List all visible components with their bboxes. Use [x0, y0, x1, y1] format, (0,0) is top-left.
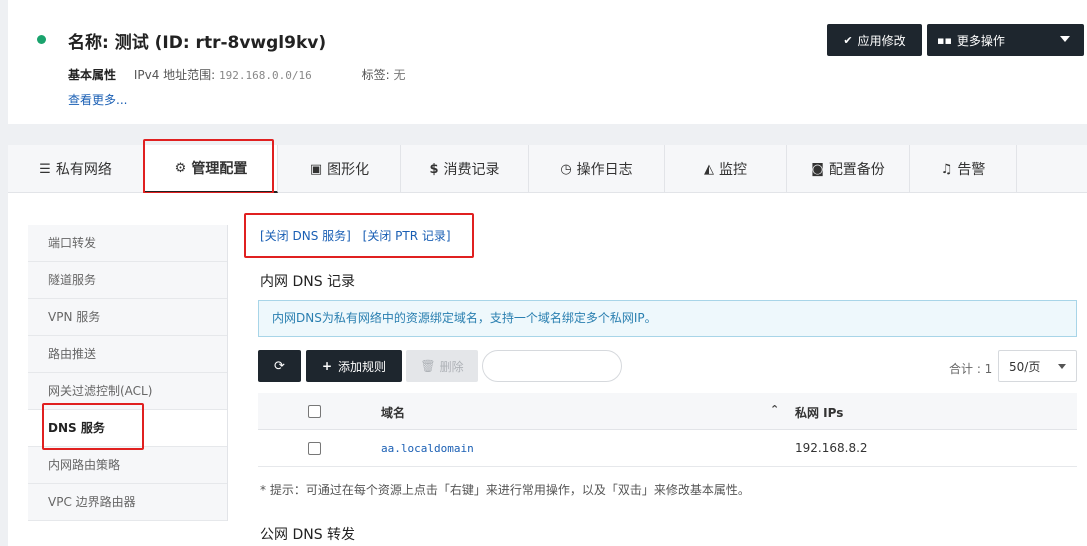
table-row[interactable]: aa.localdomain 192.168.8.2: [258, 430, 1077, 467]
tab-label: 私有网络: [55, 162, 112, 178]
tab-config-backup[interactable]: ◙ 配置备份: [787, 145, 910, 193]
tab-label: 图形化: [327, 162, 370, 178]
resource-properties: 基本属性 IPv4 地址范围: 192.168.0.0/16 标签: 无: [68, 66, 405, 83]
sidebar-item-tunnel-service[interactable]: 隧道服务: [28, 262, 227, 299]
more-actions-label: 更多操作: [956, 33, 1005, 48]
highlight-box-links: [244, 213, 474, 258]
tags-label: 标签:: [361, 68, 390, 82]
section-title-public-dns-forward: 公网 DNS 转发: [260, 527, 356, 543]
clock-icon: ◷: [560, 161, 572, 177]
ipv4-range-label: IPv4 地址范围:: [133, 68, 216, 82]
tab-graphical[interactable]: ▣ 图形化: [279, 145, 401, 193]
refresh-button[interactable]: ⟳: [258, 350, 301, 382]
tags-value: 无: [393, 68, 406, 82]
highlight-box-sidebar: [42, 403, 144, 450]
sidebar-item-vpc-border-router[interactable]: VPC 边界路由器: [28, 484, 227, 521]
section-title-internal-dns: 内网 DNS 记录: [260, 274, 356, 290]
bell-icon: ♫: [940, 161, 953, 177]
private-ip-value: 192.168.8.2: [795, 441, 868, 455]
sidebar-item-port-forwarding[interactable]: 端口转发: [28, 225, 227, 262]
status-indicator: [37, 35, 46, 44]
tab-private-network[interactable]: ☰ 私有网络: [8, 145, 144, 193]
total-count: 合计 : 1: [949, 362, 993, 376]
caret-down-icon: [1058, 364, 1066, 369]
info-message: 内网DNS为私有网络中的资源绑定域名，支持一个域名绑定多个私网IP。: [258, 300, 1077, 337]
column-header-domain[interactable]: 域名: [381, 404, 405, 421]
area-chart-icon: ◭: [704, 161, 714, 177]
list-icon: ☰: [39, 161, 51, 177]
select-all-checkbox[interactable]: [308, 405, 321, 418]
tab-monitoring[interactable]: ◭ 监控: [665, 145, 787, 193]
add-rule-button[interactable]: + 添加规则: [306, 350, 402, 382]
tab-operation-log[interactable]: ◷ 操作日志: [529, 145, 665, 193]
usage-tip: * 提示：可通过在每个资源上点击「右键」来进行常用操作，以及「双击」来修改基本属…: [260, 483, 750, 497]
check-icon: ✔: [843, 33, 853, 47]
column-header-private-ips[interactable]: 私网 IPs: [795, 404, 843, 421]
view-more-link[interactable]: 查看更多...: [68, 91, 127, 108]
more-actions-button[interactable]: ▪▪ 更多操作: [927, 24, 1084, 56]
highlight-box-tab: [143, 139, 274, 194]
content-panel: 端口转发 隧道服务 VPN 服务 路由推送 网关过滤控制(ACL) DNS 服务…: [8, 193, 1087, 546]
tab-label: 告警: [957, 162, 986, 178]
sidebar-item-internal-route-policy[interactable]: 内网路由策略: [28, 447, 227, 484]
image-icon: ▣: [309, 161, 323, 177]
apply-changes-button[interactable]: ✔ 应用修改: [827, 24, 922, 56]
apply-changes-label: 应用修改: [857, 33, 906, 48]
page-size-select[interactable]: 50/页: [998, 350, 1077, 382]
ipv4-range-value: 192.168.0.0/16: [219, 69, 312, 82]
tab-label: 操作日志: [576, 162, 633, 178]
basic-props-label: 基本属性: [68, 68, 117, 82]
tab-alarms[interactable]: ♫ 告警: [910, 145, 1017, 193]
add-rule-label: 添加规则: [338, 359, 387, 374]
trash-icon: 🗑: [420, 359, 436, 373]
delete-button[interactable]: 🗑 删除: [406, 350, 478, 382]
row-checkbox[interactable]: [308, 442, 321, 455]
delete-label: 删除: [439, 359, 464, 374]
dns-records-table: 域名 ⌃ 私网 IPs aa.localdomain 192.168.8.2: [258, 393, 1077, 467]
sidebar-item-vpn-service[interactable]: VPN 服务: [28, 299, 227, 336]
caret-down-icon: [1060, 36, 1070, 42]
tab-billing-records[interactable]: $ 消费记录: [401, 145, 529, 193]
resource-header: 名称: 测试 (ID: rtr-8vwgl9kv) 基本属性 IPv4 地址范围…: [8, 0, 1087, 124]
camera-icon: ◙: [811, 161, 824, 177]
resource-title: 名称: 测试 (ID: rtr-8vwgl9kv): [68, 33, 327, 53]
domain-link[interactable]: aa.localdomain: [381, 442, 474, 455]
page-size-value: 50/页: [1009, 359, 1041, 374]
sidebar-item-route-push[interactable]: 路由推送: [28, 336, 227, 373]
tab-label: 监控: [719, 162, 747, 178]
sidebar-nav: 端口转发 隧道服务 VPN 服务 路由推送 网关过滤控制(ACL) DNS 服务…: [28, 225, 228, 521]
search-input[interactable]: [482, 350, 622, 382]
sort-asc-icon[interactable]: ⌃: [770, 403, 779, 416]
grid-icon: ▪▪: [937, 33, 952, 47]
dollar-icon: $: [429, 161, 439, 177]
table-header: 域名 ⌃ 私网 IPs: [258, 393, 1077, 430]
plus-icon: +: [321, 359, 333, 373]
tab-label: 消费记录: [443, 162, 500, 178]
tab-label: 配置备份: [828, 162, 885, 178]
refresh-icon: ⟳: [274, 358, 285, 374]
